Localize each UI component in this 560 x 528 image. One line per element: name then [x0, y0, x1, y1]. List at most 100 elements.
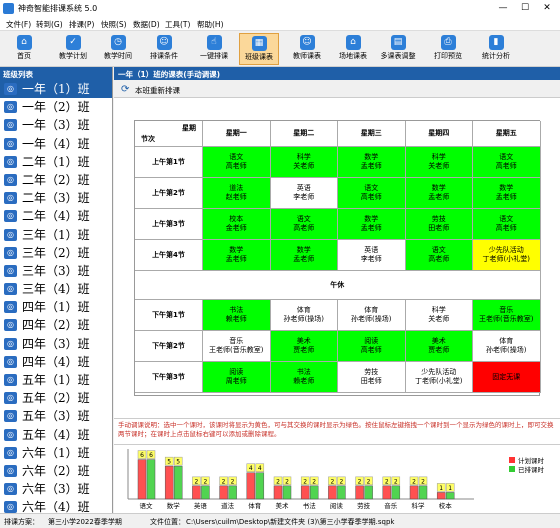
class-item[interactable]: ◎ 五年（2）班 — [0, 389, 112, 407]
period-label: 上午第4节 — [152, 250, 185, 259]
lesson-cell[interactable]: 书法 赖老师 — [270, 362, 338, 393]
lesson-cell[interactable]: 少先队活动 丁老师(小礼堂) — [405, 362, 473, 393]
class-item[interactable]: ◎ 四年（3）班 — [0, 335, 112, 353]
menu-goto[interactable]: 转到(G) — [36, 19, 63, 30]
class-item[interactable]: ◎ 四年（4）班 — [0, 353, 112, 371]
class-item[interactable]: ◎ 五年（3）班 — [0, 407, 112, 425]
lesson-cell[interactable]: 语文 高老师 — [473, 209, 541, 240]
class-item[interactable]: ◎ 一年（3）班 — [0, 116, 112, 134]
lesson-cell[interactable]: 数学 孟老师 — [338, 209, 406, 240]
lesson-cell[interactable]: 阅读 周老师 — [203, 362, 271, 393]
class-item[interactable]: ◎ 六年（1）班 — [0, 444, 112, 462]
lesson-cell[interactable]: 少先队活动 丁老师(小礼堂) — [473, 240, 541, 271]
class-icon: ◎ — [4, 264, 17, 277]
class-item[interactable]: ◎ 六年（3）班 — [0, 480, 112, 498]
lesson-cell[interactable]: 英语 李老师 — [338, 240, 406, 271]
class-item[interactable]: ◎ 五年（1）班 — [0, 371, 112, 389]
class-item[interactable]: ◎ 三年（4）班 — [0, 280, 112, 298]
maximize-button[interactable]: ☐ — [514, 0, 536, 17]
venue-schedule-button[interactable]: ⌂ 场地课表 — [333, 33, 373, 65]
menu-file[interactable]: 文件(F) — [6, 19, 31, 30]
lesson-teacher: 孟老师 — [293, 255, 315, 263]
lesson-cell[interactable]: 英语 李老师 — [270, 178, 338, 209]
lesson-cell[interactable]: 道法 赵老师 — [203, 178, 271, 209]
statistics-button[interactable]: ▮ 统计分析 — [476, 33, 516, 65]
lesson-cell[interactable]: 科学 关老师 — [405, 300, 473, 331]
lesson-cell[interactable]: 美术 贾老师 — [405, 331, 473, 362]
lesson-cell[interactable]: 体育 孙老师(操场) — [338, 300, 406, 331]
lesson-teacher: 赵老师 — [225, 193, 247, 201]
class-item[interactable]: ◎ 二年（2）班 — [0, 171, 112, 189]
class-item[interactable]: ◎ 一年（2）班 — [0, 98, 112, 116]
lesson-cell[interactable]: 语文 高老师 — [405, 240, 473, 271]
bar — [328, 485, 337, 500]
lesson-subject: 道法 — [229, 184, 244, 192]
day-header: 星期五 — [473, 121, 541, 147]
lesson-teacher: 孙老师(操场) — [283, 315, 324, 323]
lesson-cell[interactable]: 语文 高老师 — [338, 178, 406, 209]
lesson-cell[interactable]: 数学 孟老师 — [270, 240, 338, 271]
menu-help[interactable]: 帮助(H) — [197, 19, 224, 30]
class-item[interactable]: ◎ 二年（4）班 — [0, 207, 112, 225]
schedule-conditions-button[interactable]: ☺ 排课条件 — [144, 33, 184, 65]
lesson-cell[interactable]: 数学 孟老师 — [338, 147, 406, 178]
lesson-cell[interactable]: 科学 关老师 — [405, 147, 473, 178]
lesson-cell[interactable]: 语文 高老师 — [270, 209, 338, 240]
teaching-plan-button[interactable]: ✓ 教学计划 — [53, 33, 93, 65]
lesson-cell[interactable]: 音乐 王老师(音乐教室) — [473, 300, 541, 331]
class-item[interactable]: ◎ 一年（4）班 — [0, 135, 112, 153]
one-click-schedule-button[interactable]: ☝ 一键排课 — [194, 33, 234, 65]
lesson-cell[interactable]: 劳技 田老师 — [405, 209, 473, 240]
class-label: 三年（3）班 — [22, 263, 90, 278]
lesson-cell[interactable]: 书法 赖老师 — [203, 300, 271, 331]
lesson-cell[interactable]: 体育 孙老师(操场) — [270, 300, 338, 331]
class-label: 四年（3）班 — [22, 336, 90, 351]
class-item[interactable]: ◎ 二年（1）班 — [0, 153, 112, 171]
lesson-cell[interactable]: 固定无课 — [473, 362, 541, 393]
lesson-cell[interactable]: 阅读 高老师 — [338, 331, 406, 362]
class-item[interactable]: ◎ 一年（1）班 — [0, 80, 112, 99]
class-label: 一年（1）班 — [22, 82, 90, 96]
lesson-cell[interactable]: 劳技 田老师 — [338, 362, 406, 393]
multi-schedule-adjust-button[interactable]: ▤ 多课表调整 — [378, 33, 418, 65]
home-button[interactable]: ⌂ 首页 — [4, 33, 44, 65]
class-item[interactable]: ◎ 六年（4）班 — [0, 498, 112, 513]
class-item[interactable]: ◎ 五年（4）班 — [0, 426, 112, 444]
class-item[interactable]: ◎ 三年（2）班 — [0, 244, 112, 262]
lesson-cell[interactable]: 校本 金老师 — [203, 209, 271, 240]
period-label-cell: 上午第3节 — [135, 209, 203, 240]
class-icon: ◎ — [4, 101, 17, 114]
menu-snapshot[interactable]: 快照(S) — [101, 19, 127, 30]
class-item[interactable]: ◎ 六年（2）班 — [0, 462, 112, 480]
class-label: 六年（3）班 — [22, 482, 90, 497]
lesson-cell[interactable]: 科学 关老师 — [270, 147, 338, 178]
lesson-cell[interactable]: 数学 孟老师 — [405, 178, 473, 209]
lesson-cell[interactable]: 数学 孟老师 — [473, 178, 541, 209]
rearrange-class-button[interactable]: 本班重新排课 — [135, 85, 180, 96]
menu-tools[interactable]: 工具(T) — [165, 19, 190, 30]
lesson-subject: 数学 — [229, 246, 244, 254]
minimize-button[interactable]: — — [492, 0, 514, 17]
menu-data[interactable]: 数据(D) — [133, 19, 160, 30]
print-preview-button[interactable]: ⎙ 打印预览 — [428, 33, 468, 65]
class-item[interactable]: ◎ 四年（2）班 — [0, 316, 112, 334]
teaching-time-button[interactable]: ◷ 教学时间 — [98, 33, 138, 65]
period-label: 下午第3节 — [152, 372, 185, 381]
class-schedule-button[interactable]: ▦ 班级课表 — [239, 33, 279, 65]
lesson-cell[interactable]: 语文 高老师 — [473, 147, 541, 178]
lesson-cell[interactable]: 音乐 王老师(音乐教室) — [203, 331, 271, 362]
lesson-cell[interactable]: 语文 高老师 — [203, 147, 271, 178]
class-item[interactable]: ◎ 四年（1）班 — [0, 298, 112, 316]
menu-schedule[interactable]: 排课(P) — [69, 19, 94, 30]
class-item[interactable]: ◎ 三年（1）班 — [0, 226, 112, 244]
class-item[interactable]: ◎ 二年（3）班 — [0, 189, 112, 207]
lesson-cell[interactable]: 美术 贾老师 — [270, 331, 338, 362]
close-button[interactable]: ✕ — [536, 0, 558, 17]
bar — [337, 485, 346, 500]
lesson-cell[interactable]: 体育 孙老师(操场) — [473, 331, 541, 362]
lesson-cell[interactable]: 数学 孟老师 — [203, 240, 271, 271]
category-label: 科学 — [412, 501, 426, 510]
teacher-schedule-button[interactable]: ☺ 教师课表 — [287, 33, 327, 65]
class-item[interactable]: ◎ 三年（3）班 — [0, 262, 112, 280]
lesson-teacher: 孙老师(操场) — [351, 315, 392, 323]
